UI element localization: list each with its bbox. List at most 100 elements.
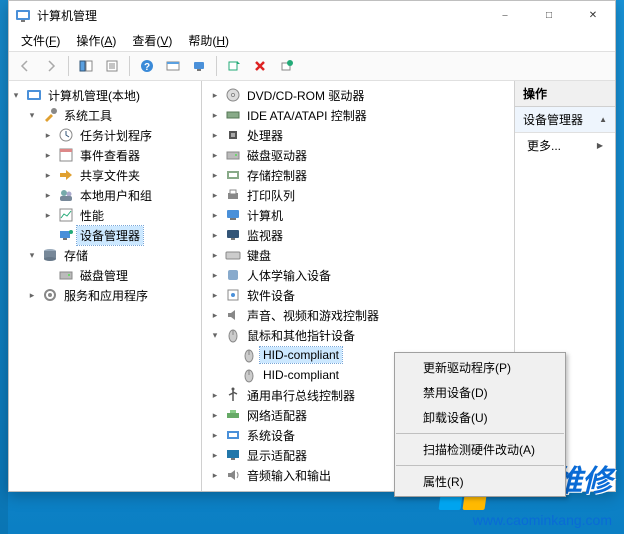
actions-more[interactable]: 更多... ▶ (515, 133, 615, 158)
chevron-down-icon[interactable]: ▾ (25, 250, 39, 261)
keyboard-icon (225, 247, 241, 263)
chevron-right-icon[interactable]: ▸ (208, 470, 222, 481)
show-hide-tree-button[interactable] (74, 54, 98, 78)
context-menu-item[interactable]: 属性(R) (395, 469, 565, 494)
tree-item-label: 通用串行总线控制器 (244, 386, 358, 405)
tree-item-label: 计算机 (244, 206, 286, 225)
tree-item-label: DVD/CD-ROM 驱动器 (244, 86, 367, 105)
chevron-right-icon[interactable]: ▸ (41, 210, 55, 221)
scan-button[interactable] (222, 54, 246, 78)
tree-item-label: 性能 (77, 206, 107, 225)
system-icon (225, 427, 241, 443)
view-button[interactable] (161, 54, 185, 78)
computer-icon-button[interactable] (187, 54, 211, 78)
tree-item[interactable]: ▸ 计算机 (208, 205, 514, 225)
context-menu-item[interactable]: 卸载设备(U) (395, 405, 565, 430)
tree-item[interactable]: ▾ 鼠标和其他指针设备 (208, 325, 514, 345)
mouse-icon (241, 347, 257, 363)
context-menu-item[interactable]: 更新驱动程序(P) (395, 355, 565, 380)
mgmt-icon (26, 87, 42, 103)
chevron-right-icon[interactable]: ▸ (41, 190, 55, 201)
tree-item[interactable]: ▸IDE ATA/ATAPI 控制器 (208, 105, 514, 125)
chevron-right-icon[interactable]: ▸ (208, 130, 222, 141)
context-menu-item[interactable]: 扫描检测硬件改动(A) (395, 437, 565, 462)
actions-header: 操作 (515, 81, 615, 107)
tree-item[interactable]: ▸设备管理器 (9, 225, 201, 245)
menu-a[interactable]: 操作(A) (70, 30, 122, 51)
svg-text:?: ? (144, 62, 150, 73)
tree-item[interactable]: ▸处理器 (208, 125, 514, 145)
tree-item[interactable]: ▸事件查看器 (9, 145, 201, 165)
chevron-right-icon[interactable]: ▸ (208, 270, 222, 281)
tree-item-label: 人体学输入设备 (244, 266, 334, 285)
tree-item[interactable]: ▸ DVD/CD-ROM 驱动器 (208, 85, 514, 105)
back-button[interactable] (13, 54, 37, 78)
tools-icon (42, 107, 58, 123)
properties-button[interactable] (100, 54, 124, 78)
tree-item[interactable]: ▸ 任务计划程序 (9, 125, 201, 145)
close-button[interactable]: ✕ (571, 1, 615, 29)
remove-button[interactable] (248, 54, 272, 78)
tree-item[interactable]: ▸共享文件夹 (9, 165, 201, 185)
mouse-icon (225, 327, 241, 343)
update-driver-button[interactable] (274, 54, 298, 78)
tree-item[interactable]: ▾ 计算机管理(本地) (9, 85, 201, 105)
tree-item-label: HID-compliant (260, 367, 342, 383)
tree-item-label: 监视器 (244, 226, 286, 245)
tree-item-label: 任务计划程序 (77, 126, 155, 145)
actions-subheader[interactable]: 设备管理器 ▲ (515, 107, 615, 133)
tree-item[interactable]: ▸存储控制器 (208, 165, 514, 185)
menu-h[interactable]: 帮助(H) (182, 30, 235, 51)
tree-item[interactable]: ▸打印队列 (208, 185, 514, 205)
chevron-right-icon[interactable]: ▸ (208, 410, 222, 421)
tree-item[interactable]: ▸键盘 (208, 245, 514, 265)
tree-item[interactable]: ▸ 人体学输入设备 (208, 265, 514, 285)
tree-item[interactable]: ▸ 监视器 (208, 225, 514, 245)
tree-item[interactable]: ▾存储 (9, 245, 201, 265)
chevron-right-icon[interactable]: ▸ (208, 150, 222, 161)
maximize-button[interactable]: □ (527, 1, 571, 29)
chevron-right-icon[interactable]: ▸ (208, 450, 222, 461)
chevron-down-icon[interactable]: ▾ (25, 110, 39, 121)
chevron-right-icon[interactable]: ▸ (41, 150, 55, 161)
tree-item[interactable]: ▾系统工具 (9, 105, 201, 125)
audio-icon (225, 467, 241, 483)
tree-item[interactable]: ▸本地用户和组 (9, 185, 201, 205)
chevron-right-icon[interactable]: ▸ (208, 390, 222, 401)
tree-item[interactable]: ▸磁盘驱动器 (208, 145, 514, 165)
chevron-right-icon[interactable]: ▸ (208, 110, 222, 121)
tree-item-label: 网络适配器 (244, 406, 310, 425)
tree-item[interactable]: ▸声音、视频和游戏控制器 (208, 305, 514, 325)
chevron-right-icon[interactable]: ▸ (208, 290, 222, 301)
context-menu-item[interactable]: 禁用设备(D) (395, 380, 565, 405)
chevron-right-icon[interactable]: ▸ (25, 290, 39, 301)
dvd-icon (225, 87, 241, 103)
chevron-right-icon[interactable]: ▸ (208, 210, 222, 221)
chevron-down-icon[interactable]: ▾ (208, 330, 222, 341)
chevron-right-icon[interactable]: ▸ (41, 130, 55, 141)
tree-item[interactable]: ▸ 性能 (9, 205, 201, 225)
chevron-right-icon[interactable]: ▸ (208, 90, 222, 101)
tree-item[interactable]: ▸磁盘管理 (9, 265, 201, 285)
chevron-right-icon[interactable]: ▸ (208, 170, 222, 181)
chevron-right-icon[interactable]: ▸ (208, 430, 222, 441)
chevron-right-icon[interactable]: ▸ (208, 250, 222, 261)
tree-item-label: 鼠标和其他指针设备 (244, 326, 358, 345)
storage-ctrl-icon (225, 167, 241, 183)
chevron-right-icon[interactable]: ▸ (208, 310, 222, 321)
tree-item[interactable]: ▸软件设备 (208, 285, 514, 305)
menu-v[interactable]: 查看(V) (126, 30, 178, 51)
chevron-right-icon[interactable]: ▸ (208, 230, 222, 241)
chevron-right-icon[interactable]: ▸ (41, 170, 55, 181)
menu-f[interactable]: 文件(F) (15, 30, 66, 51)
chevron-down-icon[interactable]: ▾ (9, 90, 23, 101)
tree-item[interactable]: ▸ 服务和应用程序 (9, 285, 201, 305)
left-nav-tree: ▾ 计算机管理(本地)▾系统工具 ▸ 任务计划程序▸事件查看器▸共享文件夹▸本地用户和… (9, 81, 202, 491)
tree-item-label: 服务和应用程序 (61, 286, 151, 305)
help-button[interactable]: ? (135, 54, 159, 78)
chevron-right-icon[interactable]: ▸ (208, 190, 222, 201)
tree-item-label: 计算机管理(本地) (45, 86, 143, 105)
cpu-icon (225, 127, 241, 143)
minimize-button[interactable]: – (483, 1, 527, 29)
forward-button[interactable] (39, 54, 63, 78)
